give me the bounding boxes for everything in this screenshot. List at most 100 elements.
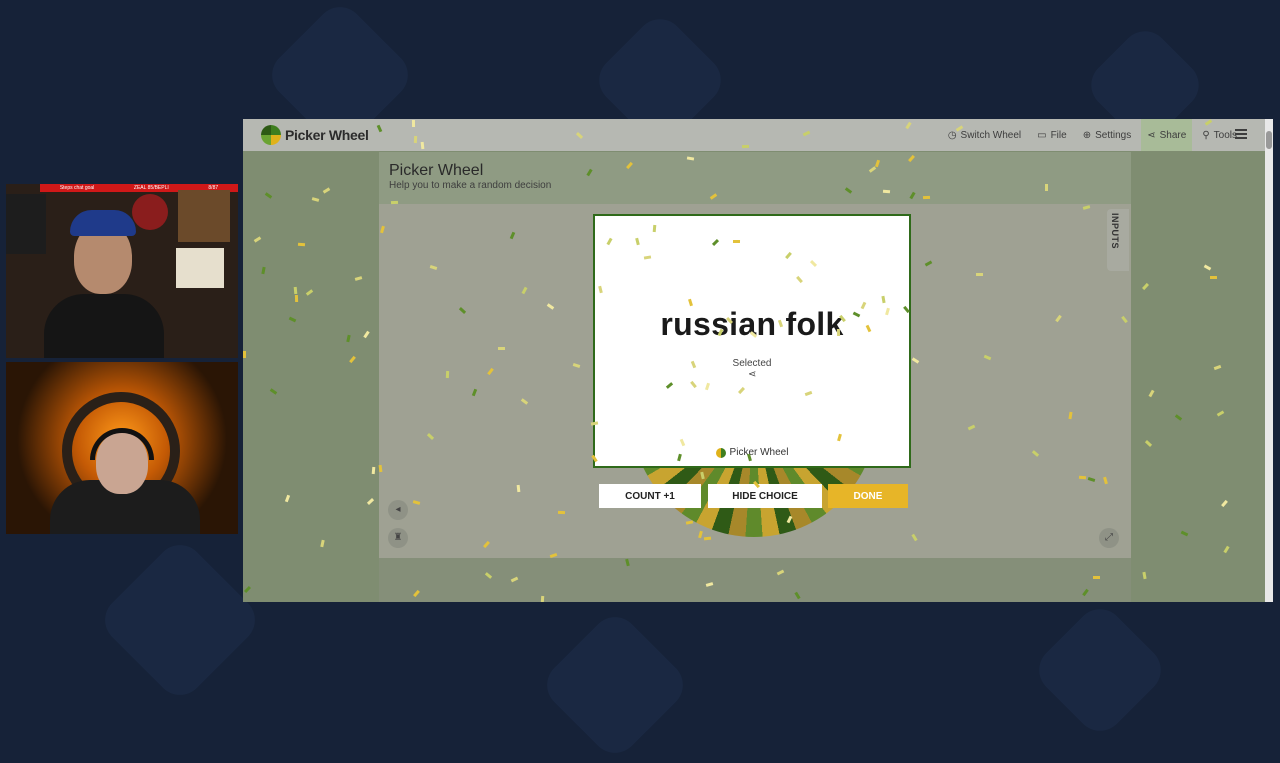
nav-settings[interactable]: ⊕ Settings	[1077, 119, 1138, 151]
confetti-piece	[1078, 475, 1087, 480]
confetti-piece	[284, 494, 291, 503]
confetti-piece	[741, 144, 750, 149]
hamburger-icon[interactable]	[1235, 129, 1247, 139]
confetti-piece	[243, 585, 252, 594]
confetti-piece	[320, 539, 325, 548]
wall-frame	[178, 190, 230, 242]
confetti-piece	[445, 370, 450, 379]
confetti-piece	[294, 294, 299, 303]
confetti-piece	[975, 272, 984, 277]
wheel-logo-icon	[715, 447, 726, 458]
wrench-icon: ⚲	[1202, 129, 1210, 141]
background-shape	[537, 607, 693, 763]
confetti-piece	[1216, 410, 1225, 417]
confetti-piece	[1174, 414, 1183, 421]
confetti-piece	[261, 266, 266, 275]
background-shape	[95, 535, 265, 705]
done-button[interactable]: DONE	[828, 484, 908, 508]
confetti-piece	[293, 286, 298, 295]
nav-file[interactable]: ▭ File	[1031, 119, 1073, 151]
confetti-piece	[1142, 282, 1149, 291]
confetti-piece	[732, 239, 741, 244]
result-text: russian folk	[660, 306, 844, 342]
fullscreen-icon[interactable]: ⤢	[1099, 528, 1119, 548]
banner-left-text: Steps chat goal	[59, 185, 95, 191]
confetti-piece	[411, 119, 416, 128]
confetti-piece	[349, 355, 356, 364]
result-modal: russian folk Selected ⋖ Picker Wheel	[593, 214, 911, 468]
confetti-piece	[1223, 545, 1230, 554]
confetti-piece	[354, 276, 363, 281]
hide-choice-button[interactable]: HIDE CHOICE	[708, 484, 822, 508]
confetti-piece	[1142, 571, 1147, 580]
confetti-piece	[366, 498, 375, 505]
share-result-icon[interactable]: ⋖	[748, 369, 756, 380]
nav-switch-wheel[interactable]: ◷ Switch Wheel	[942, 119, 1027, 151]
confetti-piece	[1045, 184, 1048, 191]
result-status: Selected	[732, 358, 772, 369]
folder-icon: ▭	[1037, 129, 1047, 141]
nav-share[interactable]: ⋖ Share	[1141, 119, 1193, 151]
wall-frame	[176, 248, 224, 288]
confetti-piece	[363, 330, 370, 339]
confetti-piece	[390, 200, 399, 205]
confetti-piece	[1221, 499, 1228, 508]
confetti-piece	[922, 195, 931, 200]
confetti-piece	[413, 135, 418, 144]
confetti-piece	[557, 510, 566, 515]
confetti-piece	[243, 351, 246, 358]
confetti-piece	[1213, 364, 1222, 371]
streamer-body	[44, 294, 164, 358]
picker-wheel-window: Picker Wheel ◷ Switch Wheel ▭ File ⊕ Set…	[243, 119, 1273, 602]
confetti-piece	[420, 141, 425, 150]
clock-icon: ◷	[947, 129, 957, 141]
confetti-piece	[371, 466, 376, 475]
page-scrollbar[interactable]	[1265, 119, 1273, 602]
app-logo[interactable]: Picker Wheel	[261, 125, 369, 145]
confetti-piece	[882, 189, 891, 194]
globe-icon: ⊕	[1082, 129, 1092, 141]
confetti-piece	[346, 334, 351, 343]
confetti-piece	[1093, 576, 1100, 579]
wheel-panel-lower	[379, 558, 1131, 602]
confetti-piece	[540, 595, 545, 602]
nav-settings-label: Settings	[1095, 129, 1132, 141]
scrollbar-thumb[interactable]	[1266, 131, 1272, 149]
confetti-piece	[305, 289, 314, 296]
confetti-piece	[516, 484, 521, 493]
webcam-feed-top: Steps chat goal ZEAL 85/BEPLI 8/87	[6, 184, 238, 358]
confetti-piece	[836, 328, 841, 337]
wheel-logo-icon	[261, 125, 281, 145]
streamer-cap	[70, 210, 136, 236]
sound-icon[interactable]: ◂	[388, 500, 408, 520]
webcam-feed-bottom	[6, 362, 238, 534]
trophy-icon[interactable]: ♜	[388, 528, 408, 548]
background-shape	[1029, 599, 1171, 741]
count-plus-one-button[interactable]: COUNT +1	[599, 484, 701, 508]
page-title: Picker Wheel	[389, 162, 484, 179]
inputs-tab[interactable]: INPUTS	[1107, 209, 1129, 271]
confetti-piece	[297, 242, 306, 247]
nav-menu: ◷ Switch Wheel ▭ File ⊕ Settings ⋖ Share…	[942, 119, 1243, 151]
confetti-piece	[1144, 440, 1153, 447]
share-icon: ⋖	[1147, 129, 1156, 141]
confetti-piece	[288, 316, 297, 323]
confetti-piece	[1209, 275, 1218, 280]
app-logo-text: Picker Wheel	[285, 127, 369, 143]
banner-mid-text: ZEAL 85/BEPLI	[133, 185, 169, 191]
confetti-piece	[1148, 389, 1155, 398]
confetti-piece	[322, 187, 331, 194]
modal-brand: Picker Wheel	[595, 447, 909, 458]
top-navigation-bar: Picker Wheel ◷ Switch Wheel ▭ File ⊕ Set…	[243, 119, 1273, 151]
confetti-piece	[311, 197, 320, 202]
confetti-piece	[264, 192, 273, 199]
confetti-piece	[253, 236, 262, 243]
nav-switch-wheel-label: Switch Wheel	[960, 129, 1022, 141]
nav-file-label: File	[1050, 129, 1067, 141]
shelf	[6, 194, 46, 254]
nav-tools-label: Tools	[1213, 129, 1237, 141]
nav-share-label: Share	[1159, 129, 1187, 141]
confetti-piece	[497, 346, 506, 351]
confetti-piece	[1180, 530, 1189, 537]
page-subtitle: Help you to make a random decision	[389, 180, 552, 191]
